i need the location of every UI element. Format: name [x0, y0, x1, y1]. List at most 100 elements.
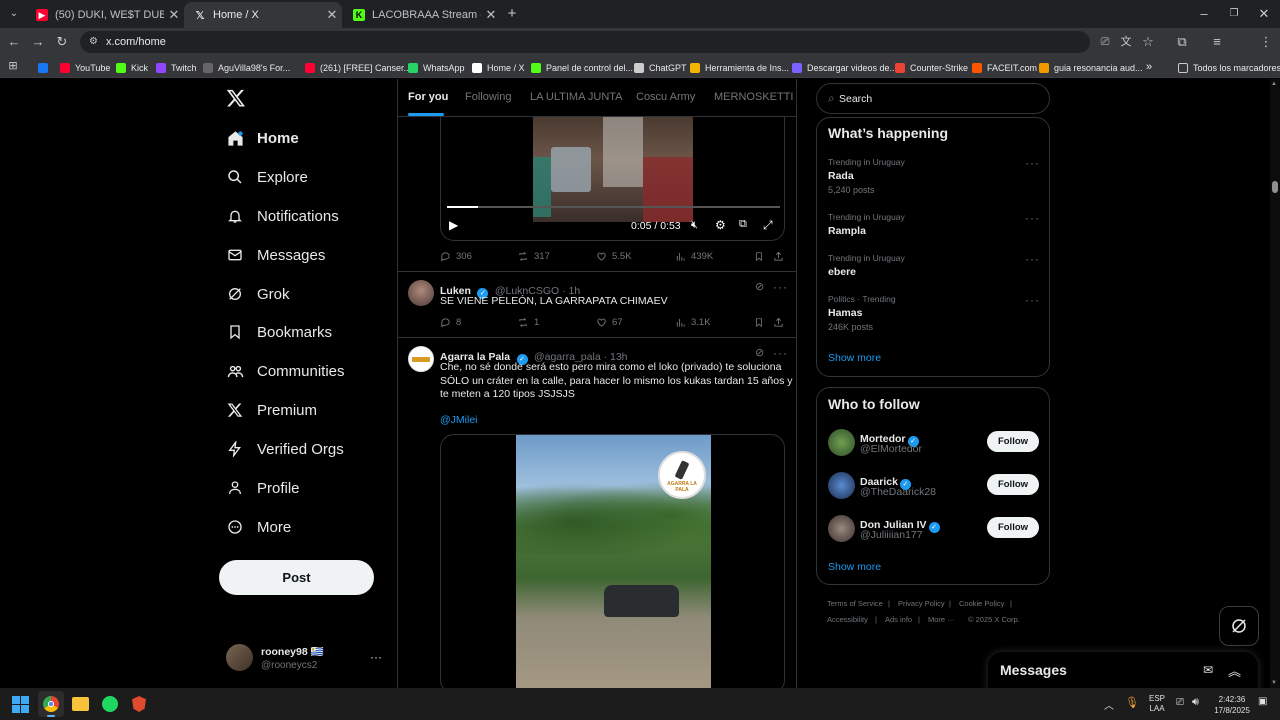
volume-icon[interactable]: 🔊︎	[1192, 696, 1199, 709]
bookmark-item[interactable]: Kick	[116, 60, 148, 75]
trend-more-icon[interactable]: ···	[1025, 252, 1040, 266]
trend-more-icon[interactable]: ···	[1025, 156, 1040, 170]
tweet-more-icon[interactable]: ···	[773, 346, 788, 360]
follow-avatar[interactable]	[828, 429, 855, 456]
scrollbar[interactable]	[1270, 79, 1280, 688]
close-window-icon[interactable]: ✕	[1254, 4, 1274, 24]
all-bookmarks[interactable]: Todos los marcadores	[1178, 60, 1280, 75]
feed-tab[interactable]: Coscu Army	[636, 91, 695, 103]
share-button[interactable]	[773, 251, 789, 262]
like-button[interactable]: 67	[596, 317, 623, 328]
close-icon[interactable]: ✕	[481, 7, 501, 23]
bookmark-item[interactable]: (261) [FREE] Canser...	[305, 60, 411, 75]
close-icon[interactable]: ✕	[322, 7, 342, 23]
account-more-icon[interactable]: ···	[370, 650, 382, 664]
mute-icon[interactable]: 🔇︎	[691, 219, 698, 232]
bookmark-item[interactable]: AguVilla98's For...	[203, 60, 290, 75]
follow-avatar[interactable]	[828, 472, 855, 499]
footer-link[interactable]: More ···	[928, 615, 955, 624]
trend-more-icon[interactable]: ···	[1025, 293, 1040, 307]
grok-icon[interactable]: ⊘	[755, 280, 764, 293]
follow-show-more[interactable]: Show more	[828, 561, 881, 573]
bookmark-button[interactable]	[754, 317, 769, 328]
messages-drawer[interactable]: Messages ✉ ︽	[988, 652, 1258, 692]
trend-more-icon[interactable]: ···	[1025, 211, 1040, 225]
footer-link[interactable]: Cookie Policy	[959, 599, 1004, 608]
bookmark-item[interactable]: YouTube	[60, 60, 110, 75]
brave-icon[interactable]	[132, 696, 146, 712]
follow-button[interactable]: Follow	[987, 474, 1039, 495]
browser-tab[interactable]: ▶ (50) DUKI, WE$T DUBAI - cONT ✕	[26, 2, 184, 28]
tweet-avatar[interactable]	[408, 280, 434, 306]
fullscreen-icon[interactable]: ⤢	[763, 218, 773, 233]
menu-icon[interactable]: ⋮	[1256, 32, 1276, 52]
tweet-mention-link[interactable]: @JMilei	[440, 414, 478, 426]
trend-name[interactable]: ebere	[828, 266, 856, 278]
tray-overflow-icon[interactable]: ︿	[1104, 697, 1114, 712]
new-tab-icon[interactable]: +	[502, 4, 522, 24]
bookmark-item[interactable]: Herramienta de Ins...	[690, 60, 789, 75]
footer-link[interactable]: © 2025 X Corp.	[968, 615, 1020, 624]
bookmark-item[interactable]	[38, 60, 53, 75]
notifications-icon[interactable]: ▣	[1258, 696, 1267, 707]
bookmark-item[interactable]: Descargar videos de...	[792, 60, 897, 75]
browser-tab[interactable]: K LACOBRAAA Stream - Watch Li ✕	[343, 2, 501, 28]
reply-button[interactable]: 8	[440, 317, 461, 328]
sidebar-item-messages[interactable]: Messages	[226, 241, 325, 269]
tweet-avatar[interactable]	[408, 346, 434, 372]
bookmark-item[interactable]: FACEIT.com	[972, 60, 1037, 75]
sidebar-item-bookmarks[interactable]: Bookmarks	[226, 318, 332, 346]
repost-button[interactable]: 1	[517, 317, 539, 328]
repost-button[interactable]: 317	[517, 251, 550, 262]
file-explorer-icon[interactable]	[72, 697, 89, 711]
bookmark-item[interactable]: Home / X	[472, 60, 525, 75]
sidebar-item-communities[interactable]: Communities	[226, 357, 345, 385]
expand-icon[interactable]: ︽	[1228, 661, 1241, 680]
scrollbar-thumb[interactable]	[1272, 181, 1278, 193]
feed-tab[interactable]: For you	[408, 91, 448, 103]
video-progress-track[interactable]	[447, 206, 780, 208]
tweet-more-icon[interactable]: ···	[773, 280, 788, 294]
address-bar[interactable]: ⚙ x.com/home	[80, 31, 1090, 53]
scroll-down-icon[interactable]: ▼	[1271, 680, 1277, 686]
tab-search-icon[interactable]: ⌄	[4, 4, 24, 24]
sidebar-item-explore[interactable]: Explore	[226, 163, 308, 191]
reload-icon[interactable]: ↻	[52, 32, 72, 52]
footer-link[interactable]: Accessibility	[827, 615, 868, 624]
footer-link[interactable]: Terms of Service	[827, 599, 883, 608]
spotify-icon[interactable]	[102, 696, 118, 712]
chrome-taskbar-button[interactable]	[38, 691, 64, 717]
sidebar-item-more[interactable]: More	[226, 513, 291, 541]
sidebar-item-verified-orgs[interactable]: Verified Orgs	[226, 435, 344, 463]
bookmark-item[interactable]: WhatsApp	[408, 60, 465, 75]
reply-button[interactable]: 306	[440, 251, 472, 262]
sidebar-item-grok[interactable]: Grok	[226, 280, 290, 308]
follow-avatar[interactable]	[828, 515, 855, 542]
bookmark-item[interactable]: Panel de control del...	[531, 60, 633, 75]
apps-grid-icon[interactable]: ⊞	[3, 56, 23, 76]
restore-icon[interactable]: ❐	[1224, 4, 1244, 24]
windows-start-icon[interactable]	[12, 696, 29, 713]
trend-name[interactable]: Hamas	[828, 307, 862, 319]
video-player[interactable]: ▶ 0:05 / 0:53 🔇︎ ⚙ ⧉ ⤢	[440, 117, 785, 241]
settings-icon[interactable]: ⚙	[715, 218, 726, 232]
sidebar-item-profile[interactable]: Profile	[226, 474, 300, 502]
tweet-media[interactable]: AGARRA LA PALA	[440, 434, 785, 694]
forward-icon[interactable]: →	[28, 32, 48, 52]
feed-tab[interactable]: LA ULTIMA JUNTA	[530, 91, 623, 103]
sidebar-item-home[interactable]: Home	[226, 124, 299, 152]
trend-name[interactable]: Rampla	[828, 225, 866, 237]
bookmark-item[interactable]: Twitch	[156, 60, 197, 75]
close-icon[interactable]: ✕	[164, 7, 184, 23]
x-logo-icon[interactable]	[226, 88, 248, 110]
footer-link[interactable]: Ads info	[885, 615, 912, 624]
trend-name[interactable]: Rada	[828, 170, 854, 182]
like-button[interactable]: 5.5K	[596, 251, 632, 262]
views-button[interactable]: 3.1K	[675, 317, 711, 328]
sidebar-item-notifications[interactable]: Notifications	[226, 202, 339, 230]
search-input[interactable]: ⌕ Search	[816, 83, 1050, 114]
microphone-icon[interactable]: 🎙︎	[1125, 696, 1139, 709]
star-icon[interactable]: ☆	[1138, 32, 1158, 52]
bookmark-item[interactable]: Counter-Strike	[895, 60, 968, 75]
views-button[interactable]: 439K	[675, 251, 713, 262]
